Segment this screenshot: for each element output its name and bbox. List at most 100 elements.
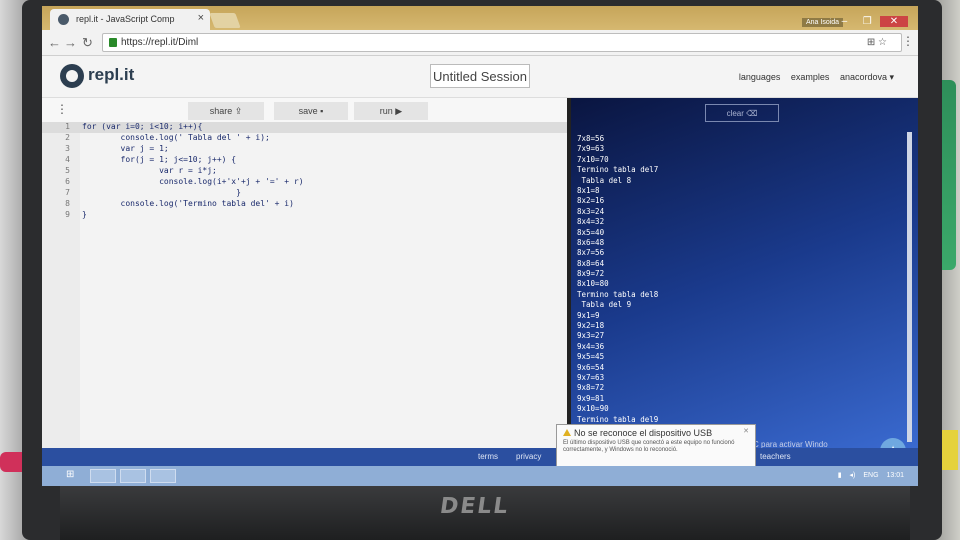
code-line[interactable]: 1 for (var i=0; i<10; i++){ — [42, 122, 567, 133]
line-number: 4 — [65, 155, 70, 164]
taskbar-app-icon[interactable] — [150, 469, 176, 483]
footer-teachers-link[interactable]: teachers — [760, 452, 791, 461]
footer-privacy-link[interactable]: privacy — [516, 452, 541, 461]
console-line: 9x6=54 — [577, 362, 605, 372]
console-line: 9x9=81 — [577, 393, 605, 403]
chrome-menu-icon[interactable]: ⋮ — [902, 34, 914, 48]
share-button[interactable]: share ⇪ — [188, 102, 264, 120]
address-bar[interactable]: https://repl.it/Diml ⊞ ☆ — [102, 33, 902, 52]
code-text: var r = i*j; — [82, 166, 217, 175]
console-line: 9x7=63 — [577, 372, 605, 382]
code-line[interactable]: 2 console.log(' Tabla del ' + i); — [42, 133, 567, 144]
editor-toolbar: ⋮ share ⇪ save ▪ run ▶ — [42, 98, 567, 122]
repl-logo-icon[interactable] — [60, 64, 84, 88]
taskbar-chrome-icon[interactable] — [120, 469, 146, 483]
reload-icon[interactable]: ↻ — [82, 35, 93, 51]
line-number: 2 — [65, 133, 70, 142]
code-text: console.log(' Tabla del ' + i); — [82, 133, 270, 142]
code-line[interactable]: 5 var r = i*j; — [42, 166, 567, 177]
console-line: 8x9=72 — [577, 269, 605, 279]
line-number: 1 — [65, 122, 70, 131]
console-line: 8x2=16 — [577, 196, 605, 206]
windows-taskbar: ⊞ ▮ ◂) ENG 13:01 — [42, 466, 918, 486]
line-number: 6 — [65, 177, 70, 186]
footer-terms-link[interactable]: terms — [478, 452, 498, 461]
console-line: 7x8=56 — [577, 134, 605, 143]
console-line: 9x10=90 — [577, 404, 609, 414]
console-line: 9x3=27 — [577, 331, 605, 341]
translate-and-star-icons[interactable]: ⊞ ☆ — [867, 37, 887, 48]
dell-logo: DELL — [438, 494, 512, 519]
console-line: 7x10=70 — [577, 154, 609, 164]
console-line: 8x6=48 — [577, 237, 605, 247]
new-tab-button[interactable] — [209, 13, 241, 28]
close-window-icon[interactable]: ✕ — [880, 16, 908, 27]
nav-user-menu[interactable]: anacordova ▾ — [840, 72, 894, 82]
code-line[interactable]: 7 } — [42, 188, 567, 199]
console-line: 8x5=40 — [577, 227, 605, 237]
code-editor[interactable]: 1 for (var i=0; i<10; i++){ 2 console.log… — [42, 122, 567, 448]
site-footer: terms privacy teachers — [42, 448, 918, 466]
browser-tab-bar: repl.it - JavaScript Comp × Ana Isoida –… — [42, 6, 918, 30]
maximize-icon[interactable]: ❐ — [857, 16, 877, 27]
code-line[interactable]: 8 console.log('Termino tabla del' + i) — [42, 199, 567, 210]
windows-start-icon[interactable]: ⊞ — [66, 469, 74, 480]
console-line: 8x4=32 — [577, 217, 605, 227]
nav-examples[interactable]: examples — [791, 72, 830, 82]
code-line[interactable]: 4 for(j = 1; j<=10; j++) { — [42, 155, 567, 166]
line-number: 5 — [65, 166, 70, 175]
code-line[interactable]: 3 var j = 1; — [42, 144, 567, 155]
warning-icon — [563, 429, 571, 436]
console-line: 8x7=56 — [577, 248, 605, 258]
console-line: Termino tabla del7 — [577, 165, 659, 175]
clock[interactable]: 13:01 — [886, 472, 904, 479]
line-number: 9 — [65, 210, 70, 219]
repl-logo-text[interactable]: repl.it — [88, 65, 134, 85]
console-line: 8x3=24 — [577, 206, 605, 216]
console-lines: 7x8=56 7x9=63 7x10=70 Termino tabla del7 Ta… — [577, 134, 897, 425]
volume-icon[interactable]: ◂) — [850, 472, 856, 479]
header-nav: languages examples anacordova ▾ — [731, 72, 894, 83]
code-line[interactable]: 6 console.log(i+'x'+j + '=' + r) — [42, 177, 567, 188]
console-line: 8x10=80 — [577, 279, 609, 289]
system-tray: ▮ ◂) ENG 13:01 — [832, 471, 904, 479]
console-line: 9x5=45 — [577, 352, 605, 362]
address-url: https://repl.it/Diml — [121, 37, 199, 48]
notification-body: El último dispositivo USB que conectó a … — [563, 440, 735, 453]
console-line: 9x8=72 — [577, 383, 605, 393]
language-indicator[interactable]: ENG — [863, 472, 878, 479]
nav-languages[interactable]: languages — [739, 72, 781, 82]
session-title-input[interactable]: Untitled Session — [430, 64, 530, 88]
lock-icon — [109, 38, 117, 47]
line-number: 7 — [65, 188, 70, 197]
taskbar-explorer-icon[interactable] — [90, 469, 116, 483]
network-icon[interactable]: ▮ — [838, 472, 842, 479]
notification-close-icon[interactable]: ✕ — [743, 427, 749, 435]
minimize-icon[interactable]: – — [834, 16, 854, 27]
console-line: 9x1=9 — [577, 310, 600, 320]
repl-favicon-icon — [58, 14, 69, 25]
back-icon[interactable]: ← — [48, 35, 61, 50]
clear-console-button[interactable]: clear ⌫ — [705, 104, 779, 122]
tab-close-icon[interactable]: × — [198, 12, 204, 24]
console-line: 7x9=63 — [577, 144, 605, 154]
notification-title: No se reconoce el dispositivo USB — [563, 428, 749, 438]
forward-icon[interactable]: → — [64, 35, 77, 50]
code-text: console.log(i+'x'+j + '=' + r) — [82, 177, 304, 186]
browser-tab[interactable]: repl.it - JavaScript Comp × — [50, 9, 210, 30]
console-output-panel: clear ⌫ 7x8=56 7x9=63 7x10=70 Termino tabla… — [567, 98, 918, 464]
code-text: for (var i=0; i<10; i++){ — [82, 122, 203, 131]
console-line: Termino tabla del8 — [577, 289, 659, 299]
usb-notification[interactable]: No se reconoce el dispositivo USB El últ… — [556, 424, 756, 468]
save-button[interactable]: save ▪ — [274, 102, 348, 120]
line-number: 8 — [65, 199, 70, 208]
console-scrollbar[interactable] — [907, 132, 912, 442]
code-text: console.log('Termino tabla del' + i) — [82, 199, 294, 208]
editor-menu-icon[interactable]: ⋮ — [56, 102, 68, 116]
code-line[interactable]: 9} — [42, 210, 567, 221]
console-line: 8x1=8 — [577, 185, 600, 195]
notification-title-text: No se reconoce el dispositivo USB — [574, 428, 713, 438]
run-button[interactable]: run ▶ — [354, 102, 428, 120]
repl-header: repl.it Untitled Session languages examp… — [42, 56, 918, 98]
code-text: var j = 1; — [82, 144, 169, 153]
